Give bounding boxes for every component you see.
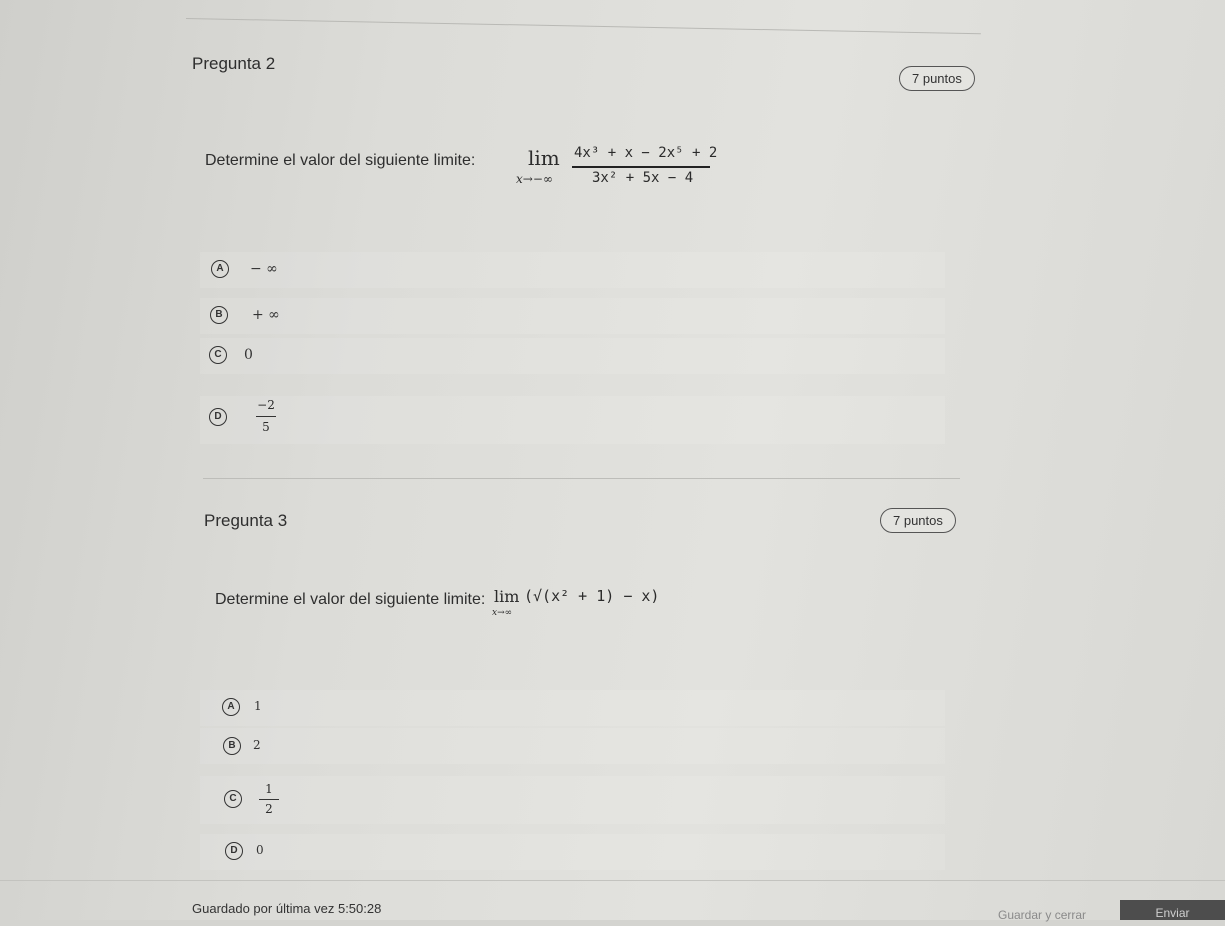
submit-button[interactable]: Enviar xyxy=(1120,900,1225,920)
option-text: 0 xyxy=(244,347,253,363)
points-badge: 7 puntos xyxy=(880,508,956,533)
option-text: + ∞ xyxy=(252,307,280,323)
option-letter-badge: D xyxy=(225,842,243,860)
option-text: 1 xyxy=(254,699,262,713)
fraction-numerator: 4x³ + x − 2x⁵ + 2 xyxy=(574,145,718,161)
option-text: − ∞ xyxy=(250,261,278,277)
question-prompt: Determine el valor del siguiente limite: xyxy=(215,591,486,608)
lim-subscript: x→−∞ xyxy=(516,172,553,186)
option-fraction-bar xyxy=(259,799,279,800)
option-fraction-numerator: −2 xyxy=(257,398,275,412)
question-prompt: Determine el valor del siguiente limite: xyxy=(205,152,476,169)
question-divider xyxy=(203,478,960,479)
points-badge: 7 puntos xyxy=(899,66,975,91)
option-letter-badge: B xyxy=(223,737,241,755)
option-fraction-numerator: 1 xyxy=(265,782,273,796)
option-fraction-denominator: 5 xyxy=(262,420,270,434)
option-c[interactable]: C 1 2 xyxy=(200,776,945,824)
lim-word: lim xyxy=(528,146,560,170)
option-letter-badge: A xyxy=(222,698,240,716)
option-d[interactable]: D 0 xyxy=(200,834,945,870)
last-saved-status: Guardado por última vez 5:50:28 xyxy=(192,901,382,916)
limit-body: (√(x² + 1) − x) xyxy=(524,587,660,605)
fraction-bar xyxy=(572,166,710,168)
option-c[interactable]: C 0 xyxy=(200,338,945,374)
question-title: Pregunta 3 xyxy=(204,511,288,530)
option-text: 2 xyxy=(253,738,261,752)
question-title: Pregunta 2 xyxy=(192,54,276,73)
option-a[interactable]: A 1 xyxy=(200,690,945,726)
option-letter-badge: A xyxy=(211,260,229,278)
option-letter-badge: C xyxy=(224,790,242,808)
fraction-denominator: 3x² + 5x − 4 xyxy=(592,170,694,186)
option-letter-badge: C xyxy=(209,346,227,364)
option-a[interactable]: A − ∞ xyxy=(200,252,945,288)
option-b[interactable]: B + ∞ xyxy=(200,298,945,334)
lim-word: lim xyxy=(494,587,520,606)
footer-divider xyxy=(0,880,1225,881)
option-letter-badge: D xyxy=(209,408,227,426)
option-b[interactable]: B 2 xyxy=(200,728,945,764)
lim-subscript: x→∞ xyxy=(492,608,513,618)
option-fraction-bar xyxy=(256,416,276,417)
option-d[interactable]: D −2 5 xyxy=(200,396,945,444)
option-fraction-denominator: 2 xyxy=(265,802,273,816)
option-text: 0 xyxy=(256,843,264,857)
option-letter-badge: B xyxy=(210,306,228,324)
